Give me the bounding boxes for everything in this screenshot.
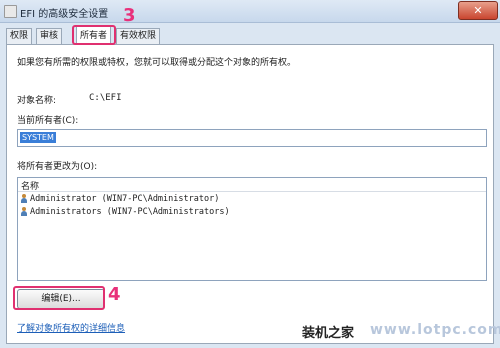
watermark-url: www.lotpc.com (370, 322, 500, 338)
column-header-name: 名称 (21, 182, 40, 192)
object-name-label: 对象名称: (17, 96, 57, 106)
list-header: 名称 (18, 178, 486, 192)
tab-permissions[interactable]: 权限 (6, 28, 33, 44)
learn-more-link[interactable]: 了解对象所有权的详细信息 (17, 321, 125, 334)
window-icon (4, 5, 17, 18)
current-owner-label: 当前所有者(C): (17, 116, 79, 126)
tab-effective-permissions[interactable]: 有效权限 (116, 28, 161, 44)
list-item[interactable]: Administrators (WIN7-PC\Administrators) (20, 207, 230, 219)
object-name-value: C:\EFI (89, 93, 122, 103)
step-marker-4: 4 (108, 284, 121, 305)
watermark-text: 装机之家 (302, 326, 355, 341)
list-item[interactable]: Administrator (WIN7-PC\Administrator) (20, 194, 219, 206)
tab-highlight-box (72, 25, 116, 45)
user-icon (20, 194, 28, 203)
edit-highlight-box (13, 286, 105, 310)
current-owner-field[interactable]: SYSTEM (17, 129, 487, 147)
title-bar: EFI 的高级安全设置 ✕ (0, 0, 500, 23)
tab-auditing[interactable]: 审核 (36, 28, 63, 44)
group-icon (20, 207, 28, 216)
window-title: EFI 的高级安全设置 (20, 9, 109, 20)
close-button[interactable]: ✕ (458, 1, 498, 20)
list-item-label: Administrators (WIN7-PC\Administrators) (30, 207, 230, 217)
change-owner-label: 将所有者更改为(O): (17, 162, 98, 172)
current-owner-value: SYSTEM (20, 132, 56, 143)
description-text: 如果您有所需的权限或特权，您就可以取得或分配这个对象的所有权。 (17, 58, 297, 68)
step-marker-3: 3 (123, 5, 136, 26)
list-item-label: Administrator (WIN7-PC\Administrator) (30, 194, 220, 204)
owner-listbox[interactable]: 名称 Administrator (WIN7-PC\Administrator)… (17, 177, 487, 281)
